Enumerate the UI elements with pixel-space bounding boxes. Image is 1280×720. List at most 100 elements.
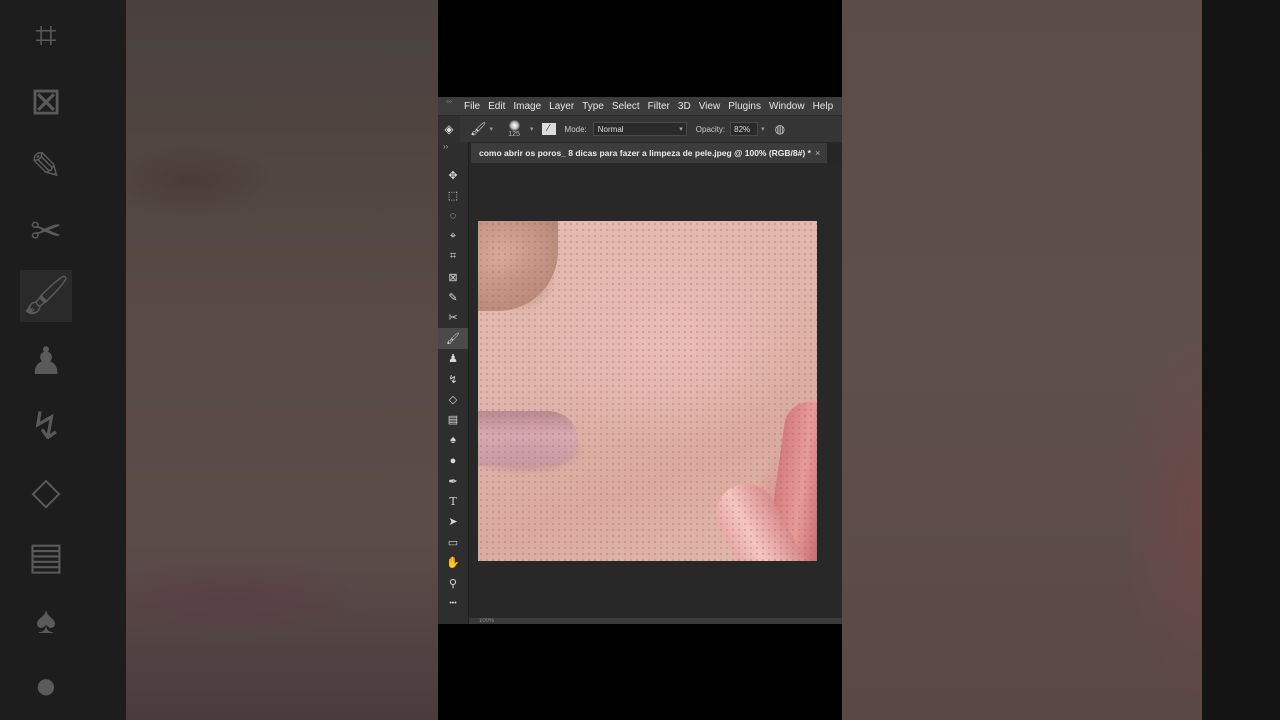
gradient-tool-icon: ▤ — [447, 414, 459, 427]
menu-edit[interactable]: Edit — [484, 101, 509, 112]
menu-plugins[interactable]: Plugins — [724, 101, 765, 112]
healing-icon: ✂ — [30, 210, 62, 253]
opacity-label: Opacity: — [695, 124, 726, 134]
marquee-tool-icon: ⬚ — [447, 190, 459, 203]
menu-image[interactable]: Image — [509, 101, 545, 112]
type-tool[interactable]: T — [438, 491, 468, 511]
menu-bar: ◦◦ File Edit Image Layer Type Select Fil… — [438, 97, 842, 115]
photoshop-window: ◦◦ File Edit Image Layer Type Select Fil… — [438, 97, 842, 624]
more-tools-icon: ••• — [449, 599, 457, 607]
type-tool-icon: T — [449, 494, 457, 508]
gradient-tool[interactable]: ▤ — [438, 410, 468, 430]
chevron-down-icon[interactable]: ▾ — [490, 125, 494, 133]
more-tools[interactable]: ••• — [438, 593, 468, 613]
brush-tip-icon — [508, 119, 520, 131]
clone-stamp-tool[interactable]: ♟ — [438, 349, 468, 369]
blur-tool-icon: ♠ — [450, 434, 456, 447]
blur-tool[interactable]: ♠ — [438, 430, 468, 450]
menu-file[interactable]: File — [460, 101, 484, 112]
clone-stamp-tool-icon: ♟ — [448, 353, 458, 366]
hand-tool[interactable]: ✋ — [438, 552, 468, 572]
pressure-opacity-icon[interactable]: ◍ — [775, 122, 785, 136]
lasso-tool-icon: ◌ — [449, 209, 457, 222]
document-image[interactable] — [478, 221, 817, 561]
document-tab-bar: como abrir os poros_ 8 dicas para fazer … — [469, 143, 842, 163]
background-right-blur — [842, 0, 1280, 720]
tools-panel: ›› ✥ ⬚ ◌ ⌖ ⌗ ⊠ ✎ ✂ 🖌 ♟ ↯ ◇ ▤ ♠ ● ✒ T ➤ ▭ ✋ ⚲ ••• — [438, 142, 469, 624]
dodge-tool[interactable]: ● — [438, 450, 468, 470]
menu-help[interactable]: Help — [809, 101, 838, 112]
history-brush-tool[interactable]: ↯ — [438, 369, 468, 389]
crop-tool[interactable]: ⌗ — [438, 247, 468, 267]
frame-icon: ⊠ — [30, 80, 62, 123]
chevron-down-icon[interactable]: ▾ — [761, 125, 765, 133]
zoom-tool-icon: ⚲ — [448, 577, 458, 590]
eyedropper-tool-icon: ✎ — [448, 292, 458, 305]
menu-type[interactable]: Type — [578, 101, 608, 112]
path-selection-tool-icon: ➤ — [448, 516, 458, 529]
ps-logo-icon: ◦◦ — [446, 97, 452, 106]
document-tab[interactable]: como abrir os poros_ 8 dicas para fazer … — [471, 143, 827, 163]
path-selection-tool[interactable]: ➤ — [438, 512, 468, 532]
frame-tool[interactable]: ⊠ — [438, 267, 468, 287]
menu-window[interactable]: Window — [765, 101, 809, 112]
collapse-icon[interactable]: ›› — [438, 142, 468, 152]
mode-label: Mode: — [564, 124, 587, 134]
eraser-icon: ◇ — [31, 470, 61, 513]
chevron-down-icon[interactable]: ▾ — [530, 125, 534, 133]
hand-tool-icon: ✋ — [446, 557, 460, 570]
rectangle-tool-icon: ▭ — [447, 536, 459, 549]
eyedropper-icon: ✎ — [30, 145, 62, 188]
crop-icon: ⌗ — [35, 14, 57, 57]
menu-select[interactable]: Select — [608, 101, 644, 112]
quick-selection-tool[interactable]: ⌖ — [438, 226, 468, 246]
rectangle-tool[interactable]: ▭ — [438, 532, 468, 552]
tool-list: ✥ ⬚ ◌ ⌖ ⌗ ⊠ ✎ ✂ 🖌 ♟ ↯ ◇ ▤ ♠ ● ✒ T ➤ ▭ ✋ ⚲ ••• — [438, 165, 468, 614]
brush-preset-icon[interactable]: 🖌 — [470, 121, 487, 137]
healing-tool[interactable]: ✂ — [438, 308, 468, 328]
brush-size-value: 125 — [508, 130, 520, 138]
dodge-tool-icon: ● — [449, 454, 457, 467]
stamp-icon: ♟ — [28, 340, 64, 383]
canvas-area[interactable] — [469, 163, 842, 618]
crop-tool-icon: ⌗ — [449, 250, 457, 263]
brush-icon: 🖌 — [20, 270, 72, 322]
background-panel-strip — [1202, 0, 1280, 720]
background-tools: ⌗ ⊠ ✎ ✂ 🖌 ♟ ↯ ◇ ▤ ♠ ● — [20, 10, 90, 720]
gradient-icon: ▤ — [28, 535, 64, 578]
history-brush-tool-icon: ↯ — [448, 373, 458, 386]
pen-tool-icon: ✒ — [448, 475, 458, 488]
frame-tool-icon: ⊠ — [448, 271, 458, 284]
layers-icon[interactable]: ◈ — [438, 116, 460, 142]
lasso-tool[interactable]: ◌ — [438, 206, 468, 226]
zoom-level: 100% — [479, 618, 495, 624]
brush-tool-icon: 🖌 — [446, 332, 460, 345]
skin-pores-texture — [478, 221, 817, 561]
healing-tool-icon: ✂ — [448, 312, 458, 325]
history-brush-icon: ↯ — [30, 405, 62, 448]
move-tool-icon: ✥ — [448, 169, 458, 182]
eyedropper-tool[interactable]: ✎ — [438, 287, 468, 307]
eraser-tool[interactable]: ◇ — [438, 389, 468, 409]
dodge-icon: ● — [34, 664, 58, 707]
menu-filter[interactable]: Filter — [644, 101, 674, 112]
opacity-input[interactable]: 82% — [730, 122, 759, 136]
chevron-down-icon: ▾ — [679, 126, 683, 133]
move-tool[interactable]: ✥ — [438, 165, 468, 185]
mode-value: Normal — [597, 125, 624, 134]
menu-3d[interactable]: 3D — [674, 101, 695, 112]
close-icon[interactable]: × — [815, 143, 820, 163]
quick-selection-tool-icon: ⌖ — [449, 229, 457, 242]
zoom-tool[interactable]: ⚲ — [438, 573, 468, 593]
pen-tool[interactable]: ✒ — [438, 471, 468, 491]
menu-layer[interactable]: Layer — [545, 101, 578, 112]
brush-settings-toggle-icon[interactable]: ⁄ — [541, 123, 556, 135]
mode-select[interactable]: Normal ▾ — [592, 122, 687, 136]
brush-tool[interactable]: 🖌 — [438, 328, 468, 349]
background-left-blur: ⌗ ⊠ ✎ ✂ 🖌 ♟ ↯ ◇ ▤ ♠ ● — [0, 0, 438, 720]
menu-view[interactable]: View — [695, 101, 725, 112]
status-bar: 100% — [469, 618, 842, 624]
marquee-tool[interactable]: ⬚ — [438, 185, 468, 205]
brush-size-picker[interactable]: 125 — [501, 119, 527, 139]
blur-icon: ♠ — [35, 599, 57, 642]
